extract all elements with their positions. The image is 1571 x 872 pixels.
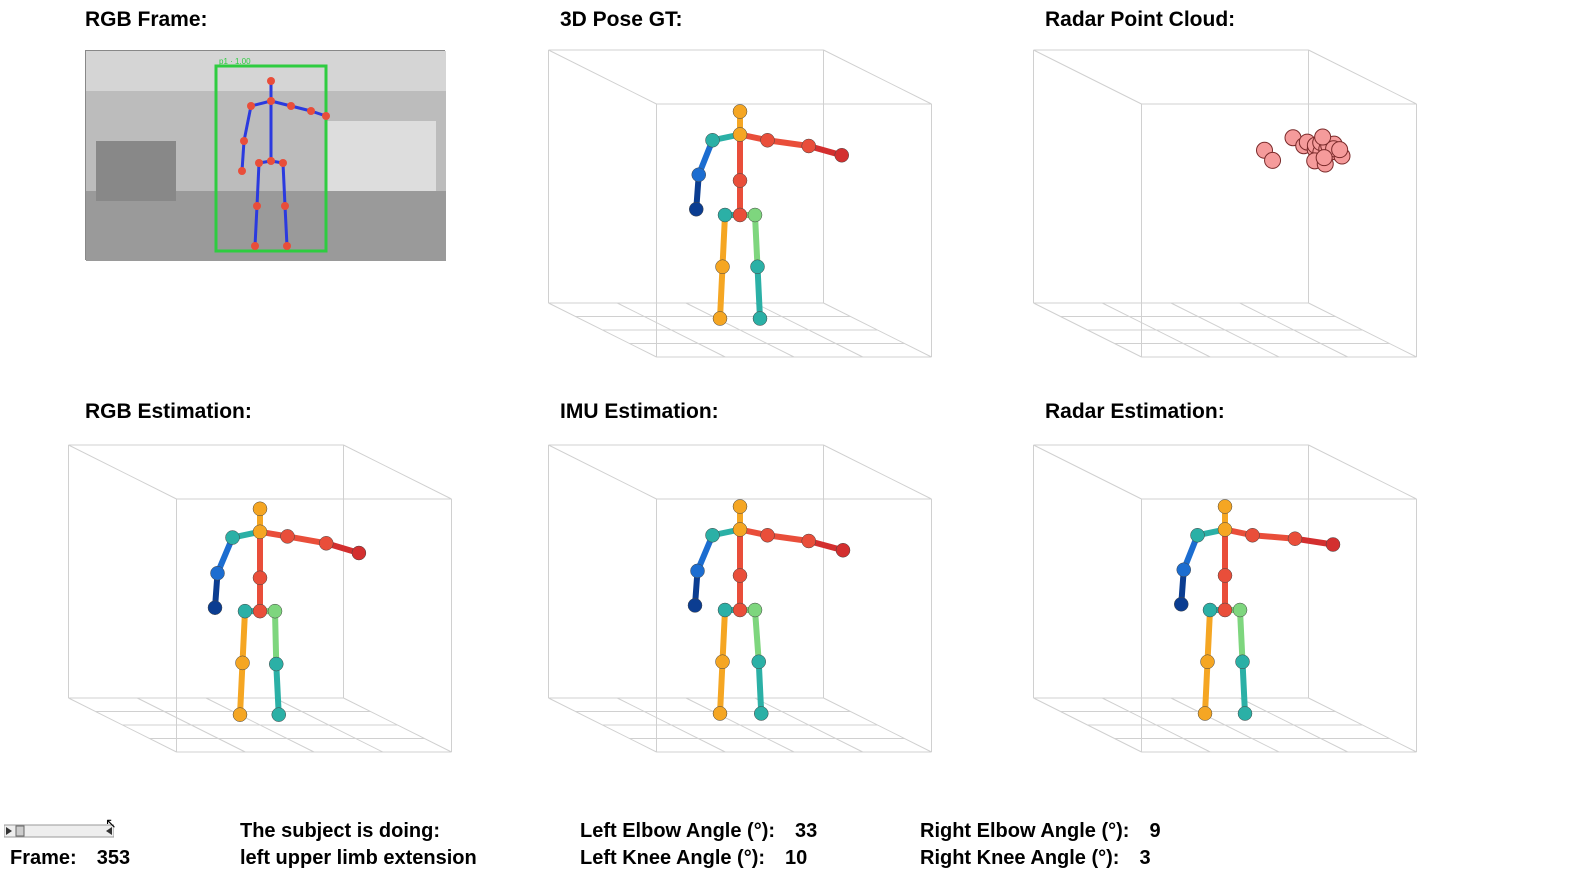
left-knee-value: 10 (785, 847, 807, 870)
right-knee-value: 3 (1139, 847, 1150, 870)
action-line1: The subject is doing: (240, 820, 550, 843)
plot-imu-est (540, 425, 940, 755)
svg-text:p1 · 1.00: p1 · 1.00 (219, 57, 251, 66)
title-radar-pc: Radar Point Cloud: (1045, 8, 1235, 32)
right-elbow-value: 9 (1149, 820, 1160, 843)
title-3d-pose-gt: 3D Pose GT: (560, 8, 683, 32)
plot-3d-pose-gt (540, 30, 940, 360)
left-elbow-label: Left Elbow Angle (°): (580, 820, 775, 843)
action-line2: left upper limb extension (240, 847, 550, 870)
info-bar: Frame: 353 The subject is doing: left up… (0, 820, 1571, 872)
title-rgb-est: RGB Estimation: (85, 400, 252, 424)
right-knee-label: Right Knee Angle (°): (920, 847, 1119, 870)
left-elbow-value: 33 (795, 820, 817, 843)
plot-rgb-est (60, 425, 460, 755)
frame-value: 353 (97, 847, 130, 870)
rgb-frame-image: p1 · 1.00 (85, 50, 445, 260)
plot-radar-pc (1025, 30, 1425, 360)
title-rgb-frame: RGB Frame: (85, 8, 208, 32)
right-elbow-label: Right Elbow Angle (°): (920, 820, 1129, 843)
plot-radar-est (1025, 425, 1425, 755)
frame-label: Frame: (10, 847, 77, 870)
title-radar-est: Radar Estimation: (1045, 400, 1225, 424)
title-imu-est: IMU Estimation: (560, 400, 719, 424)
left-knee-label: Left Knee Angle (°): (580, 847, 765, 870)
